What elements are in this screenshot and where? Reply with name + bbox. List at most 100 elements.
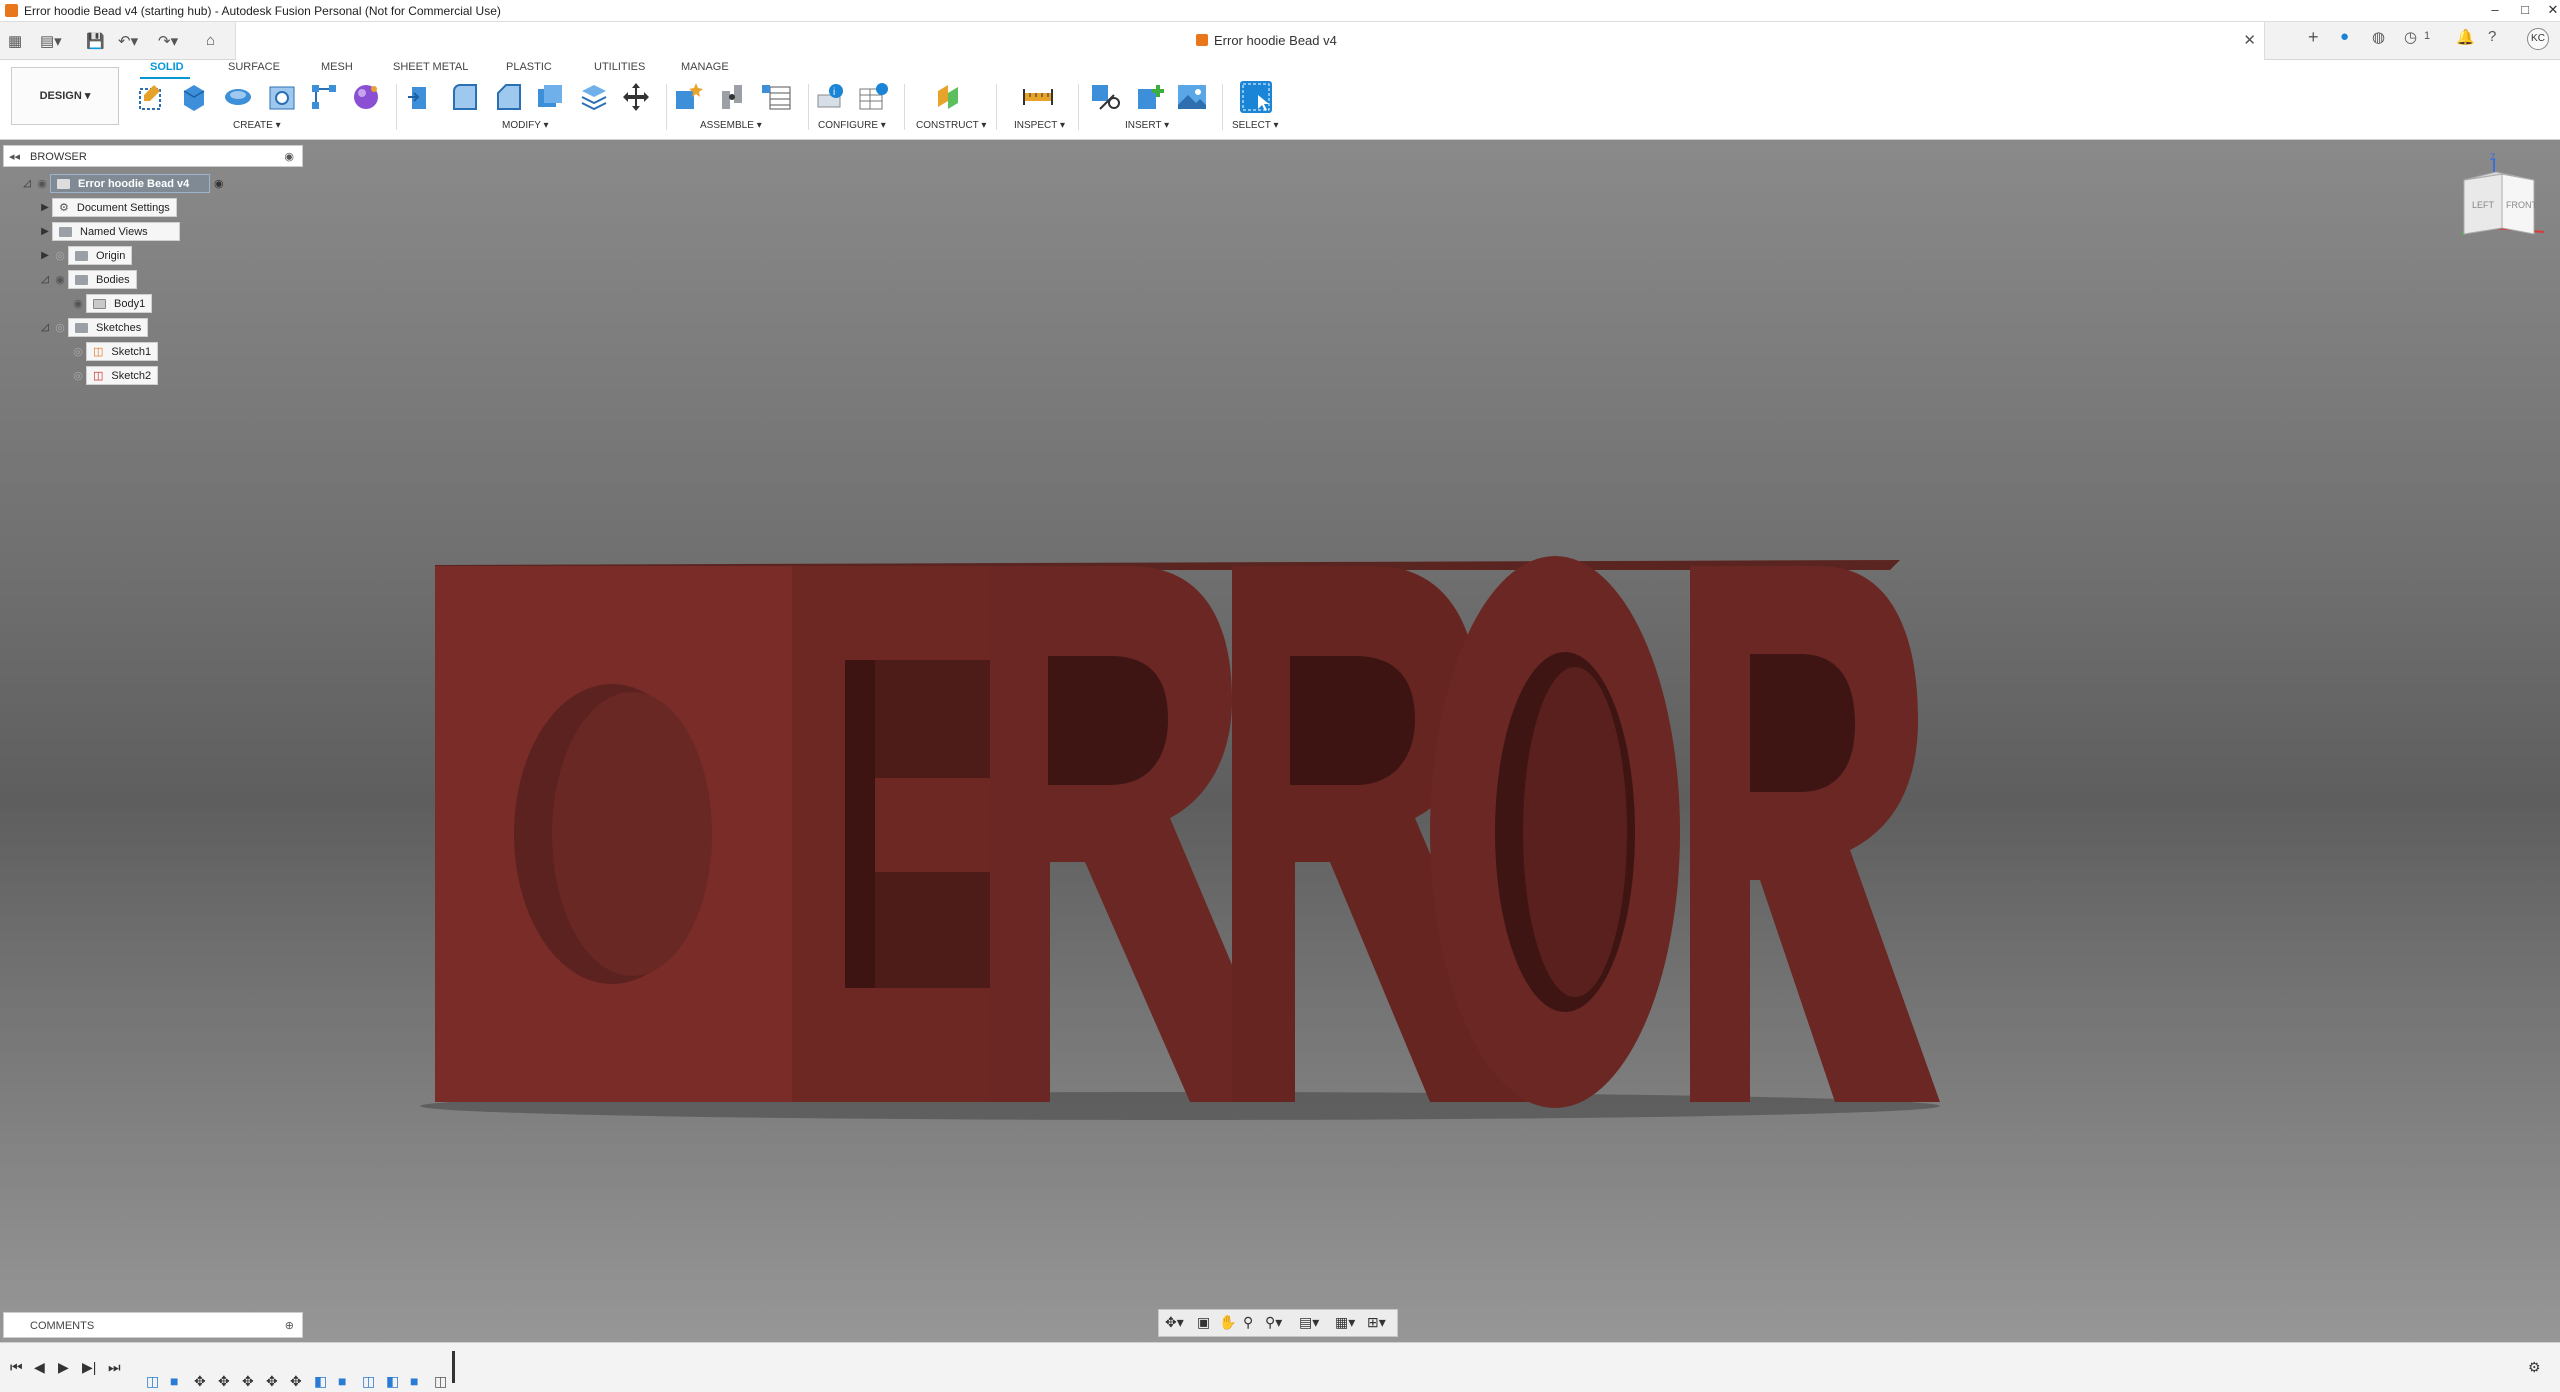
insert-mesh-icon[interactable]	[1134, 81, 1166, 113]
revolve-icon[interactable]	[222, 81, 254, 113]
tab-sheet-metal[interactable]: SHEET METAL	[393, 61, 468, 73]
timeline-marker[interactable]	[452, 1351, 455, 1383]
select-group-label[interactable]: SELECT ▾	[1232, 120, 1279, 131]
timeline-extrude-icon[interactable]: ■	[170, 1373, 184, 1389]
grid-icon[interactable]: ▦	[8, 32, 22, 50]
joint-icon[interactable]	[716, 81, 748, 113]
tab-plastic[interactable]: PLASTIC	[506, 61, 552, 73]
visibility-eye-icon[interactable]: ◉	[52, 273, 68, 286]
insert-group-label[interactable]: INSERT ▾	[1125, 120, 1169, 131]
offset-plane-icon[interactable]	[934, 81, 966, 113]
minimize-button[interactable]: –	[2480, 2, 2510, 17]
home-icon[interactable]: ⌂	[206, 32, 215, 49]
pan-icon[interactable]: ✋	[1219, 1314, 1236, 1331]
expand-arrow-icon[interactable]: ▶	[38, 202, 52, 213]
new-component-icon[interactable]	[672, 81, 704, 113]
timeline-move-icon[interactable]: ✥	[242, 1373, 256, 1389]
timeline-move-icon[interactable]: ✥	[266, 1373, 280, 1389]
save-icon[interactable]: 💾	[86, 32, 105, 50]
expand-arrow-icon[interactable]: ▶	[38, 250, 52, 261]
new-tab-icon[interactable]: +	[2308, 27, 2319, 48]
hidden-eye-icon[interactable]: ◎	[52, 321, 68, 334]
tab-mesh[interactable]: MESH	[321, 61, 353, 73]
fit-icon[interactable]: ⚲▾	[1265, 1314, 1282, 1331]
maximize-button[interactable]: □	[2510, 2, 2540, 17]
create-sketch-icon[interactable]	[136, 81, 168, 113]
timeline-move-icon[interactable]: ✥	[194, 1373, 208, 1389]
press-pull-icon[interactable]	[404, 81, 436, 113]
canvas-viewport[interactable]	[0, 140, 2560, 1342]
timeline-extrude-icon[interactable]: ■	[410, 1373, 424, 1389]
orbit-icon[interactable]: ✥▾	[1165, 1314, 1184, 1331]
shell-icon[interactable]	[534, 81, 566, 113]
select-icon[interactable]	[1240, 81, 1272, 113]
form-icon[interactable]	[350, 81, 382, 113]
tree-item-document-settings[interactable]: ▶ ⚙ Document Settings	[38, 198, 177, 217]
insert-canvas-icon[interactable]	[1176, 81, 1208, 113]
tab-utilities[interactable]: UTILITIES	[594, 61, 645, 73]
timeline-combine-icon[interactable]: ◧	[386, 1373, 400, 1389]
configure-table-icon[interactable]	[858, 81, 890, 113]
timeline-sketch-icon[interactable]: ◫	[146, 1373, 160, 1389]
zoom-icon[interactable]: ⚲	[1243, 1314, 1253, 1331]
tab-solid[interactable]: SOLID	[150, 61, 184, 73]
visibility-eye-icon[interactable]: ◉	[34, 177, 50, 190]
model-view[interactable]	[0, 140, 2560, 1342]
display-settings-icon[interactable]: ▤▾	[1299, 1314, 1319, 1331]
modify-group-label[interactable]: MODIFY ▾	[502, 120, 549, 131]
tree-item-body1[interactable]: ◉ Body1	[70, 294, 153, 313]
visibility-eye-icon[interactable]: ◉	[70, 297, 86, 310]
tree-item-sketch2[interactable]: ◎ ◫ Sketch2	[70, 366, 159, 385]
redo-icon[interactable]: ↷▾	[158, 32, 178, 50]
insert-derive-icon[interactable]	[1090, 81, 1122, 113]
construct-group-label[interactable]: CONSTRUCT ▾	[916, 120, 986, 131]
step-forward-icon[interactable]: ▶|	[82, 1359, 96, 1376]
viewports-icon[interactable]: ⊞▾	[1367, 1314, 1386, 1331]
timeline-extrude-icon[interactable]: ■	[338, 1373, 352, 1389]
file-icon[interactable]: ▤▾	[40, 32, 62, 50]
browser-header[interactable]: ◂◂ BROWSER ◉	[3, 145, 303, 167]
go-to-start-icon[interactable]: ⏮	[10, 1359, 23, 1376]
expand-arrow-icon[interactable]: ▶	[38, 226, 52, 237]
tree-root[interactable]: ◿ ◉ Error hoodie Bead v4 ◉	[20, 174, 224, 193]
pin-icon[interactable]: ◉	[284, 150, 294, 163]
timeline-move-icon[interactable]: ✥	[218, 1373, 232, 1389]
close-tab-icon[interactable]: ✕	[2243, 31, 2256, 49]
fillet-icon[interactable]	[448, 81, 480, 113]
document-tab[interactable]: Error hoodie Bead v4 ✕	[235, 22, 2265, 60]
pattern-icon[interactable]	[308, 81, 340, 113]
extensions-icon[interactable]: ●	[2340, 28, 2349, 45]
tree-item-bodies[interactable]: ◿ ◉ Bodies	[38, 270, 137, 289]
create-group-label[interactable]: CREATE ▾	[233, 120, 281, 131]
step-back-icon[interactable]: ◀	[34, 1359, 45, 1376]
timeline-settings-icon[interactable]: ⚙	[2528, 1359, 2541, 1376]
hole-icon[interactable]	[266, 81, 298, 113]
tree-item-named-views[interactable]: ▶ Named Views	[38, 222, 180, 241]
grid-settings-icon[interactable]: ▦▾	[1335, 1314, 1355, 1331]
extrude-icon[interactable]	[178, 81, 210, 113]
workspace-switcher[interactable]: DESIGN ▾	[11, 67, 119, 125]
collapse-arrow-icon[interactable]: ◿	[20, 178, 34, 189]
inspect-group-label[interactable]: INSPECT ▾	[1014, 120, 1065, 131]
timeline-combine-icon[interactable]: ◧	[314, 1373, 328, 1389]
collapse-arrow-icon[interactable]: ◿	[38, 274, 52, 285]
look-at-icon[interactable]: ▣	[1197, 1314, 1210, 1331]
collapse-panel-icon[interactable]: ◂◂	[9, 150, 20, 163]
hidden-eye-icon[interactable]: ◎	[70, 345, 86, 358]
tree-item-sketches[interactable]: ◿ ◎ Sketches	[38, 318, 149, 337]
tree-item-origin[interactable]: ▶ ◎ Origin	[38, 246, 133, 265]
configure-group-label[interactable]: CONFIGURE ▾	[818, 120, 886, 131]
assemble-table-icon[interactable]	[760, 81, 792, 113]
undo-icon[interactable]: ↶▾	[118, 32, 138, 50]
timeline-move-icon[interactable]: ✥	[290, 1373, 304, 1389]
timeline-sketch-icon[interactable]: ◫	[434, 1373, 448, 1389]
tree-item-sketch1[interactable]: ◎ ◫ Sketch1	[70, 342, 159, 361]
assemble-group-label[interactable]: ASSEMBLE ▾	[700, 120, 762, 131]
measure-icon[interactable]	[1022, 81, 1054, 113]
collapse-arrow-icon[interactable]: ◿	[38, 322, 52, 333]
go-to-end-icon[interactable]: ⏭	[108, 1359, 121, 1376]
close-window-button[interactable]: ✕	[2538, 2, 2560, 18]
configure-icon[interactable]: i	[816, 81, 848, 113]
timeline-sketch-icon[interactable]: ◫	[362, 1373, 376, 1389]
play-icon[interactable]: ▶	[58, 1359, 69, 1376]
